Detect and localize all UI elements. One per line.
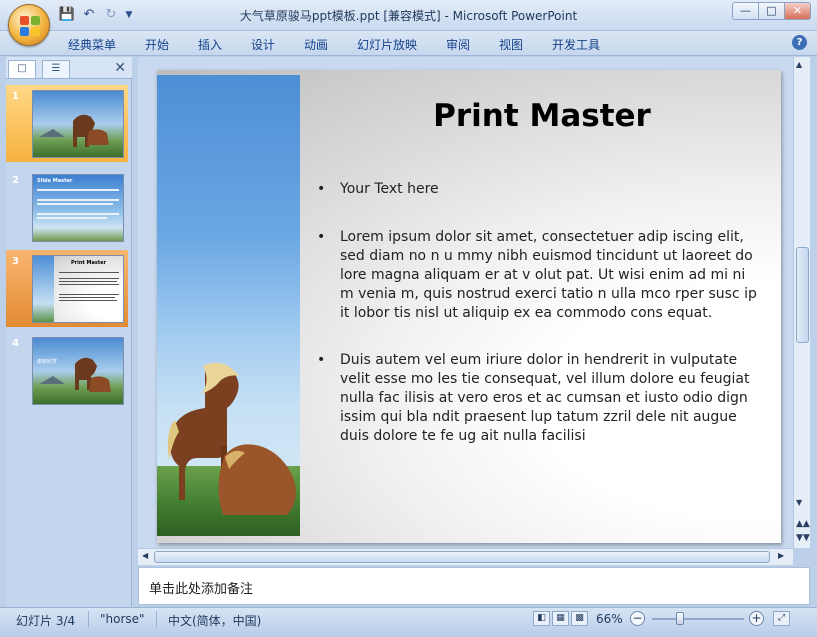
office-logo-icon xyxy=(20,16,40,36)
help-icon[interactable]: ? xyxy=(792,35,807,50)
horse-photo xyxy=(157,75,300,536)
thumb-title: Print Master xyxy=(71,260,107,266)
horse-icon xyxy=(39,357,111,392)
slide-body-text[interactable]: Your Text here Lorem ipsum dolor sit ame… xyxy=(317,180,757,474)
thumb-title: 谢谢欣赏 xyxy=(37,359,58,365)
slide-number: 4 xyxy=(12,338,19,349)
slide-number: 3 xyxy=(12,256,19,267)
slides-panel: □ ☰ ✕ 1 2 Slide Master 3 Print Master 4 … xyxy=(6,57,132,606)
window-controls: — □ ✕ xyxy=(732,2,811,20)
slides-tab-icon[interactable]: □ xyxy=(8,60,36,78)
notes-pane[interactable]: 单击此处添加备注 xyxy=(138,567,810,605)
zoom-level[interactable]: 66% xyxy=(596,612,623,626)
window-title: 大气草原骏马ppt模板.ppt [兼容模式] - Microsoft Power… xyxy=(239,9,578,23)
horizontal-scrollbar[interactable]: ◀ ▶ xyxy=(138,548,793,565)
bullet-item: Your Text here xyxy=(317,180,757,199)
slide-thumbnail-1[interactable]: 1 xyxy=(6,85,128,162)
slide-thumbnail-4[interactable]: 4 谢谢欣赏 xyxy=(6,332,128,409)
tab-view[interactable]: 视图 xyxy=(499,36,523,53)
ribbon-tabs: 经典菜单 开始 插入 设计 动画 幻灯片放映 审阅 视图 开发工具 ? xyxy=(0,31,817,56)
tab-home[interactable]: 开始 xyxy=(145,36,169,53)
theme-name: "horse" xyxy=(100,612,145,626)
language-indicator[interactable]: 中文(简体，中国) xyxy=(168,612,261,629)
notes-placeholder: 单击此处添加备注 xyxy=(149,582,254,597)
tab-slideshow[interactable]: 幻灯片放映 xyxy=(357,36,417,53)
panel-close-icon[interactable]: ✕ xyxy=(114,60,126,76)
slide-counter: 幻灯片 3/4 xyxy=(16,614,76,628)
slideshow-view-icon[interactable]: ▩ xyxy=(571,611,588,626)
scroll-thumb[interactable] xyxy=(154,551,770,563)
fit-to-window-icon[interactable]: ⤢ xyxy=(773,611,790,626)
maximize-button[interactable]: □ xyxy=(758,2,785,20)
horse-icon xyxy=(218,444,296,515)
scroll-thumb[interactable] xyxy=(796,247,809,343)
scroll-down-icon[interactable]: ▼ xyxy=(796,498,802,507)
tab-review[interactable]: 审阅 xyxy=(446,36,470,53)
zoom-in-icon[interactable]: + xyxy=(749,611,764,626)
next-slide-icon[interactable]: ▼▼ xyxy=(796,533,810,543)
panel-tabs: □ ☰ ✕ xyxy=(6,57,132,79)
office-button[interactable] xyxy=(8,4,50,46)
zoom-slider-handle[interactable] xyxy=(676,612,684,625)
bullet-item: Duis autem vel eum iriure dolor in hendr… xyxy=(317,351,757,446)
slide-number: 2 xyxy=(12,175,19,186)
slide-sorter-icon[interactable]: ▦ xyxy=(552,611,569,626)
minimize-button[interactable]: — xyxy=(732,2,759,20)
horse-icon xyxy=(39,114,109,147)
tab-design[interactable]: 设计 xyxy=(251,36,275,53)
zoom-out-icon[interactable]: − xyxy=(630,611,645,626)
slide-number: 1 xyxy=(12,91,19,102)
tab-classic-menu[interactable]: 经典菜单 xyxy=(68,36,116,53)
slide-thumb-image xyxy=(32,90,124,158)
close-button[interactable]: ✕ xyxy=(784,2,811,20)
slide-title[interactable]: Print Master xyxy=(382,98,702,134)
zoom-slider[interactable] xyxy=(652,618,744,620)
title-bar: 💾 ↶ ↻ ▼ 大气草原骏马ppt模板.ppt [兼容模式] - Microso… xyxy=(0,0,817,31)
slide-thumbnail-2[interactable]: 2 Slide Master xyxy=(6,169,128,246)
bullet-item: Lorem ipsum dolor sit amet, consectetuer… xyxy=(317,228,757,323)
tab-developer[interactable]: 开发工具 xyxy=(552,36,600,53)
slide-thumb-image: Slide Master xyxy=(32,174,124,242)
normal-view-icon[interactable]: ◧ xyxy=(533,611,550,626)
scroll-left-icon[interactable]: ◀ xyxy=(142,551,148,560)
scroll-right-icon[interactable]: ▶ xyxy=(778,551,784,560)
slide-canvas[interactable]: Print Master Your Text here Lorem ipsum … xyxy=(157,70,781,543)
status-bar: 幻灯片 3/4 "horse" 中文(简体，中国) ◧ ▦ ▩ 66% − + … xyxy=(0,607,817,637)
scroll-up-icon[interactable]: ▲ xyxy=(796,60,802,69)
slide-thumbnail-3[interactable]: 3 Print Master xyxy=(6,250,128,327)
previous-slide-icon[interactable]: ▲▲ xyxy=(796,519,810,529)
tab-animation[interactable]: 动画 xyxy=(304,36,328,53)
slide-thumb-image: Print Master xyxy=(32,255,124,323)
outline-tab-icon[interactable]: ☰ xyxy=(42,60,70,78)
vertical-scrollbar[interactable]: ▲ ▼ ▲▲ ▼▼ xyxy=(793,57,810,548)
slide-thumb-image: 谢谢欣赏 xyxy=(32,337,124,405)
thumb-title: Slide Master xyxy=(37,178,73,184)
tab-insert[interactable]: 插入 xyxy=(198,36,222,53)
